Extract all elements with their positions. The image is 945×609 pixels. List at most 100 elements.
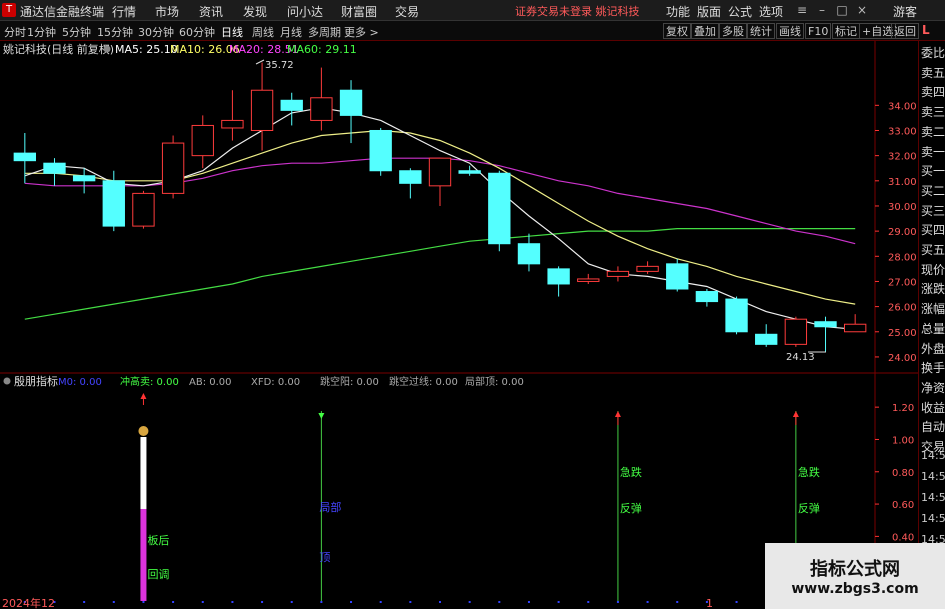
diejia-button[interactable]: 叠加 bbox=[691, 23, 719, 39]
tab-30min[interactable]: 30分钟 bbox=[138, 24, 174, 40]
tab-fenshi[interactable]: 分时 bbox=[4, 24, 26, 40]
quote-label: 现价 bbox=[921, 262, 945, 277]
candle-body bbox=[72, 175, 96, 182]
baseline-dot bbox=[616, 601, 619, 603]
price-tick-label: 31.00 bbox=[888, 177, 917, 188]
baseline-dot bbox=[735, 601, 738, 603]
quote-label: 委比 bbox=[921, 46, 945, 60]
menu-gongshi[interactable]: 公式 bbox=[728, 3, 752, 20]
settings-dot-icon[interactable] bbox=[103, 45, 111, 53]
sub-tick-label: 0.60 bbox=[892, 500, 914, 511]
candle-body bbox=[369, 129, 392, 172]
baseline-dot bbox=[409, 601, 412, 603]
candle-body bbox=[547, 268, 570, 285]
signal-label: 板后 bbox=[147, 533, 169, 547]
tab-more[interactable]: 更多 > bbox=[344, 24, 379, 40]
price-tick-label: 28.00 bbox=[888, 252, 917, 263]
trade-time: 14:56 bbox=[921, 470, 945, 483]
candle bbox=[132, 190, 155, 229]
candle-body bbox=[725, 298, 748, 333]
candle-body bbox=[132, 192, 155, 227]
app-logo-icon: T bbox=[2, 3, 16, 17]
baseline-dot bbox=[557, 601, 560, 603]
login-notice[interactable]: 证券交易未登录 姚记科技 bbox=[515, 3, 640, 19]
price-tick-label: 27.00 bbox=[888, 277, 917, 288]
tab-monthly[interactable]: 月线 bbox=[280, 24, 302, 40]
tab-15min[interactable]: 15分钟 bbox=[97, 24, 133, 40]
indicator-signals: 板后回调局部顶急跌反弹急跌反弹 bbox=[138, 393, 820, 601]
price-tick-label: 29.00 bbox=[888, 227, 917, 238]
menu-wenxiaoda[interactable]: 问小达 bbox=[287, 3, 323, 20]
f10-button[interactable]: F10 bbox=[805, 23, 832, 39]
quote-label: 收益 bbox=[921, 400, 945, 415]
quote-panel: 委比 卖五 卖四 卖三 卖二 卖一 买一 买二 买三 买四 买五 现价 涨跌 涨幅 总量 外盘 换手 净资 收益 自动… bbox=[918, 41, 945, 609]
sub-tick-label: 1.20 bbox=[892, 403, 914, 414]
biaoji-button[interactable]: 标记 bbox=[832, 23, 860, 39]
indicator-value: 跳空过线: 0.00 bbox=[389, 375, 458, 388]
date-label: 2024年12 bbox=[2, 596, 55, 609]
quote-label: 卖一 bbox=[921, 144, 945, 159]
baseline-dot bbox=[261, 601, 264, 603]
sub-settings-dot-icon[interactable] bbox=[3, 377, 11, 385]
maximize-icon[interactable]: □ bbox=[834, 2, 850, 18]
low-price-label: 24.13 bbox=[786, 352, 815, 363]
quote-label: 总量 bbox=[921, 321, 945, 336]
signal-label: 顶 bbox=[319, 551, 330, 564]
back-button[interactable]: 返回 bbox=[891, 23, 919, 39]
candle-body bbox=[399, 170, 422, 184]
tab-1min[interactable]: 1分钟 bbox=[27, 24, 56, 40]
quote-label: 涨幅 bbox=[921, 302, 945, 317]
quote-label: 卖五 bbox=[921, 65, 945, 80]
tab-60min[interactable]: 60分钟 bbox=[179, 24, 215, 40]
tongji-button[interactable]: 统计 bbox=[747, 23, 775, 39]
candle-body bbox=[428, 157, 452, 187]
candle-body bbox=[814, 321, 837, 328]
menu-icon[interactable]: ≡ bbox=[794, 2, 810, 18]
sub-tick-label: 1.00 bbox=[892, 435, 914, 446]
candle bbox=[250, 62, 274, 151]
guest-label[interactable]: 游客 bbox=[893, 3, 917, 20]
baseline-dot bbox=[498, 601, 501, 603]
candle bbox=[843, 314, 867, 333]
tab-weekly[interactable]: 周线 bbox=[252, 24, 274, 40]
candle-body bbox=[458, 170, 481, 174]
menu-jiaoyi[interactable]: 交易 bbox=[395, 3, 419, 20]
signal: 急跌反弹 bbox=[614, 411, 642, 601]
price-tick-label: 30.00 bbox=[888, 202, 917, 213]
kline-chart[interactable]: 姚记科技(日线 前复权) MA5: 25.10 MA10: 26.06 MA20… bbox=[0, 41, 945, 609]
candle-body bbox=[606, 270, 630, 277]
baseline-dot bbox=[172, 601, 175, 603]
low-annotation: 24.13 bbox=[786, 351, 826, 363]
up-arrow-icon bbox=[792, 411, 799, 417]
baseline-dot bbox=[468, 601, 471, 603]
menu-caifuquan[interactable]: 财富圈 bbox=[341, 3, 377, 20]
price-tick-label: 26.00 bbox=[888, 303, 917, 314]
menu-banmian[interactable]: 版面 bbox=[697, 3, 721, 20]
menu-zixun[interactable]: 资讯 bbox=[199, 3, 223, 20]
fuquan-button[interactable]: 复权 bbox=[663, 23, 691, 39]
indicator-value: 跳空阳: 0.00 bbox=[320, 375, 379, 388]
indicator-value: 冲高卖: 0.00 bbox=[120, 375, 179, 388]
menu-xuanxiang[interactable]: 选项 bbox=[759, 3, 783, 20]
quote-label: 卖三 bbox=[921, 105, 945, 120]
tab-5min[interactable]: 5分钟 bbox=[62, 24, 91, 40]
close-icon[interactable]: × bbox=[854, 2, 870, 18]
signal-label: 反弹 bbox=[798, 501, 820, 515]
menu-gongneng[interactable]: 功能 bbox=[666, 3, 690, 20]
huaxian-button[interactable]: 画线 bbox=[776, 23, 804, 39]
menu-shichang[interactable]: 市场 bbox=[155, 3, 179, 20]
minimize-icon[interactable]: – bbox=[814, 2, 830, 18]
tab-multi[interactable]: 多周期 bbox=[308, 24, 341, 40]
date-label-2: 1 bbox=[706, 597, 713, 609]
price-tick-label: 33.00 bbox=[888, 126, 917, 137]
candle bbox=[310, 67, 333, 131]
duogu-button[interactable]: 多股 bbox=[719, 23, 747, 39]
signal: 局部顶 bbox=[318, 411, 341, 601]
ma60-label: MA60: 29.11 bbox=[287, 43, 357, 56]
candle-body bbox=[43, 162, 66, 174]
menu-faxian[interactable]: 发现 bbox=[243, 3, 267, 20]
menu-hangqing[interactable]: 行情 bbox=[112, 3, 136, 20]
indicator-name: 殷朋指标 bbox=[14, 374, 58, 388]
candle-body bbox=[517, 243, 541, 265]
tab-daily[interactable]: 日线 bbox=[221, 24, 243, 40]
